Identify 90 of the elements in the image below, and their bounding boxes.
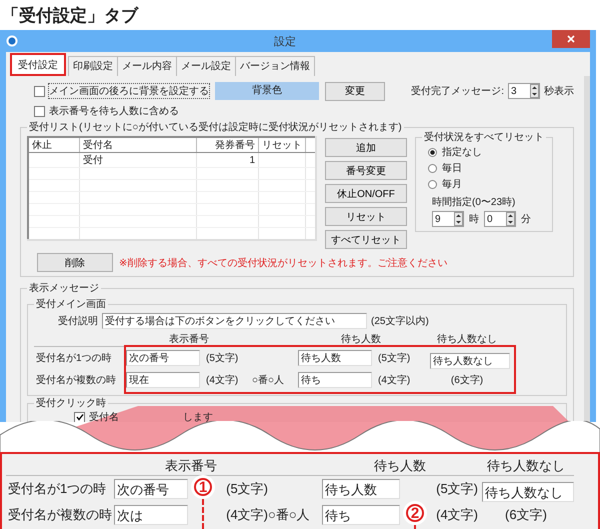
format-text: ○番○人 bbox=[268, 506, 311, 524]
radio-button[interactable] bbox=[428, 164, 437, 172]
spinner-arrows-icon bbox=[506, 212, 515, 226]
checkbox-label: します bbox=[183, 411, 213, 422]
note-text: (6文字) bbox=[450, 374, 484, 387]
group-title: 受付状況をすべてリセット bbox=[423, 130, 545, 144]
color-swatch[interactable]: 背景色 bbox=[215, 82, 319, 100]
checkbox-label[interactable]: メイン画面の後ろに背景を設定する bbox=[49, 84, 209, 98]
column-header: 待ち人数なし bbox=[486, 457, 566, 475]
list-button[interactable]: すべてリセット bbox=[325, 230, 407, 249]
text-field[interactable]: 待ち bbox=[322, 505, 400, 525]
note-text: (5文字) bbox=[377, 352, 412, 365]
row-label: 受付名が複数の時 bbox=[7, 506, 113, 524]
unit-label: 時 bbox=[469, 212, 479, 226]
text-field[interactable]: 待ち人数 bbox=[298, 350, 372, 366]
table-cell: 1 bbox=[196, 152, 258, 168]
row-label: 受付名が1つの時 bbox=[7, 480, 108, 498]
table-cell: 受付 bbox=[80, 152, 196, 168]
field-label: 時間指定(0〜23時) bbox=[431, 196, 516, 210]
group-title: 受付リスト(リセットに○が付いている受付は設定時に受付状況がリセットされます) bbox=[28, 120, 403, 134]
list-button[interactable]: 追加 bbox=[325, 138, 407, 157]
row-label: 受付名が1つの時 bbox=[35, 352, 113, 365]
spin-field[interactable]: 3 bbox=[508, 83, 540, 99]
column-header: 表示番号 bbox=[164, 457, 218, 475]
column-header: 待ち人数 bbox=[340, 332, 382, 346]
note-text: (5文字) bbox=[226, 480, 268, 498]
radio-label[interactable]: 毎日 bbox=[442, 161, 462, 175]
list-button[interactable]: リセット bbox=[325, 207, 407, 226]
note-text: (5文字) bbox=[436, 480, 478, 498]
text-field[interactable]: 次の番号 bbox=[126, 350, 200, 366]
text-field[interactable]: 待ち人数なし bbox=[482, 482, 574, 502]
note-text: (4文字) bbox=[436, 506, 478, 524]
text-field[interactable]: 次の番号 bbox=[114, 479, 188, 499]
text-field[interactable]: 待ち bbox=[298, 372, 372, 388]
column-header[interactable]: 休止 bbox=[28, 137, 80, 152]
column-header[interactable]: 発券番号 bbox=[196, 137, 258, 152]
spin-field[interactable]: 9 bbox=[432, 211, 464, 227]
checkbox-label: 受付名 bbox=[89, 410, 119, 422]
tab[interactable]: 印刷設定 bbox=[68, 56, 118, 76]
callout-badge: 2 bbox=[403, 501, 427, 525]
text-field[interactable]: 受付する場合は下のボタンをクリックしてください bbox=[102, 313, 367, 329]
column-header: 待ち人数なし bbox=[436, 332, 498, 346]
list-button[interactable]: 番号変更 bbox=[325, 161, 407, 180]
close-button[interactable] bbox=[552, 30, 590, 48]
column-header: 表示番号 bbox=[168, 332, 210, 346]
checkbox[interactable] bbox=[34, 86, 45, 96]
tab[interactable]: バージョン情報 bbox=[235, 56, 315, 76]
spin-field[interactable]: 0 bbox=[484, 211, 516, 227]
note-text: (4文字) bbox=[226, 506, 268, 524]
group-title: 受付メイン画面 bbox=[35, 298, 107, 311]
checkbox[interactable] bbox=[74, 412, 85, 422]
text-field[interactable]: 現在 bbox=[126, 372, 200, 388]
row-label: 受付名が複数の時 bbox=[35, 374, 117, 387]
radio-button[interactable] bbox=[428, 148, 437, 156]
group-title: 受付クリック時 bbox=[35, 396, 107, 410]
change-button[interactable]: 変更 bbox=[325, 82, 385, 100]
format-text: ○番○人 bbox=[252, 374, 286, 387]
checkbox[interactable] bbox=[34, 106, 45, 116]
delete-button[interactable]: 削除 bbox=[37, 253, 113, 272]
checkbox-label[interactable]: 表示番号を待ち人数に含める bbox=[49, 104, 179, 118]
check-icon bbox=[76, 413, 84, 421]
note-text: (4文字) bbox=[377, 374, 412, 387]
note-text: (25文字以内) bbox=[371, 314, 429, 328]
caption-title: 「受付設定」タブ bbox=[1, 5, 140, 26]
text-field[interactable]: 待ち人数 bbox=[322, 479, 400, 499]
tab[interactable]: 受付設定 bbox=[10, 53, 66, 76]
text-field[interactable]: 次は bbox=[114, 505, 188, 525]
unit-label: 秒表示 bbox=[544, 84, 574, 98]
field-label: 受付説明 bbox=[58, 314, 98, 328]
radio-label[interactable]: 指定なし bbox=[442, 145, 482, 159]
group-title: 表示メッセージ bbox=[28, 282, 100, 295]
radio-label[interactable]: 毎月 bbox=[442, 177, 462, 191]
text-field[interactable]: 待ち人数なし bbox=[430, 353, 510, 369]
spinner-arrows-icon bbox=[454, 212, 463, 226]
warning-text: ※削除する場合、すべての受付状況がリセットされます。ご注意ください bbox=[119, 256, 448, 270]
radio-button[interactable] bbox=[428, 180, 437, 188]
note-text: (6文字) bbox=[504, 506, 548, 524]
column-header: 待ち人数 bbox=[373, 457, 427, 475]
spinner-arrows-icon bbox=[530, 84, 539, 98]
column-header[interactable]: 受付名 bbox=[80, 137, 196, 152]
close-icon bbox=[567, 35, 575, 43]
note-text: (4文字) bbox=[205, 374, 240, 387]
note-text: (5文字) bbox=[205, 352, 240, 365]
column-header[interactable]: リセット bbox=[258, 137, 306, 152]
list-button[interactable]: 休止ON/OFF bbox=[325, 184, 407, 203]
window-title: 設定 bbox=[273, 34, 297, 48]
field-label: 受付完了メッセージ: bbox=[411, 84, 504, 98]
unit-label: 分 bbox=[521, 213, 531, 226]
app-icon bbox=[6, 35, 18, 47]
callout-badge: 1 bbox=[191, 475, 215, 499]
